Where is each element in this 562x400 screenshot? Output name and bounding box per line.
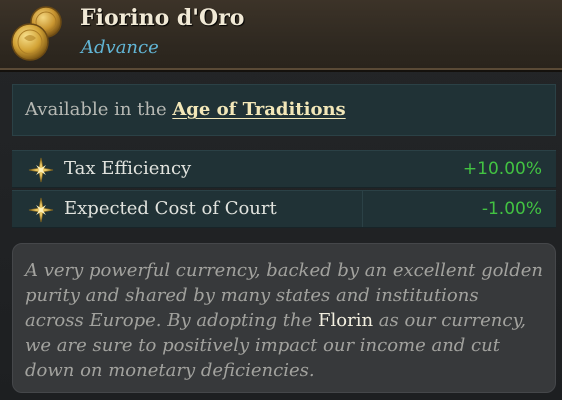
modifier-row: Expected Cost of Court -1.00%: [12, 190, 556, 228]
modifier-value: -1.00%: [481, 199, 542, 219]
gold-coins-icon: [11, 6, 62, 61]
modifier-list: Tax Efficiency +10.00% Expected Cost of …: [12, 150, 556, 230]
availability-panel: Available in the Age of Traditions: [12, 84, 556, 136]
star-icon: [28, 197, 54, 223]
florin-highlight: Florin: [318, 310, 374, 331]
modifier-label: Expected Cost of Court: [64, 198, 277, 219]
advance-tooltip: Fiorino d'Oro Advance Available in the A…: [0, 0, 562, 400]
availability-prefix: Available in the: [25, 99, 173, 120]
advance-type: Advance: [81, 37, 159, 58]
description-panel: A very powerful currency, backed by an e…: [12, 243, 556, 393]
column-divider: [362, 191, 363, 227]
age-link[interactable]: Age of Traditions: [172, 99, 345, 120]
tooltip-header: Fiorino d'Oro Advance: [0, 0, 562, 70]
modifier-label: Tax Efficiency: [64, 158, 192, 179]
modifier-row: Tax Efficiency +10.00%: [12, 150, 556, 188]
advance-title: Fiorino d'Oro: [80, 5, 245, 31]
modifier-value: +10.00%: [462, 159, 542, 179]
star-icon: [28, 157, 54, 183]
